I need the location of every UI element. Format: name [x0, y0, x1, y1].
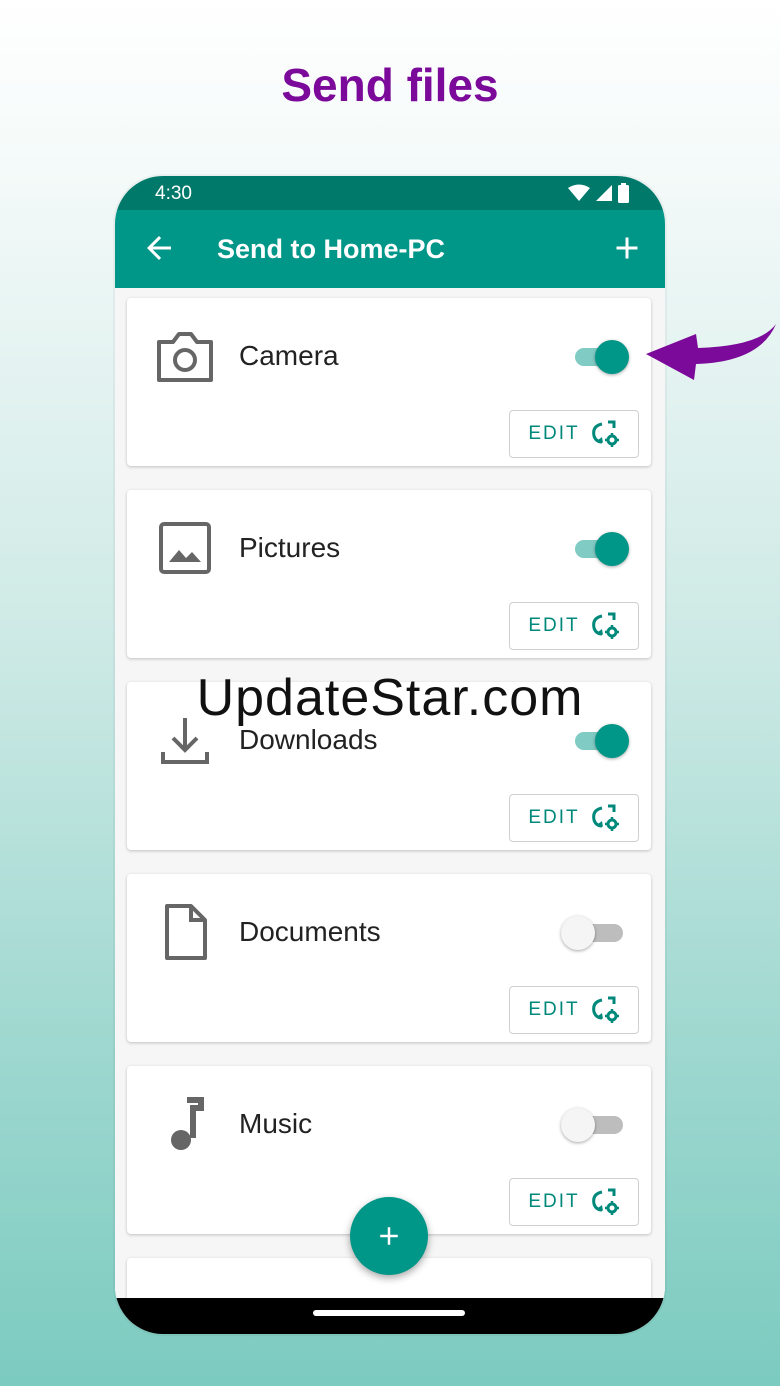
- sync-settings-icon: [591, 804, 619, 831]
- camera-icon: [155, 328, 215, 384]
- edit-button[interactable]: EDIT: [509, 410, 639, 458]
- add-folder-fab[interactable]: [350, 1197, 428, 1275]
- folder-name: Music: [239, 1108, 313, 1139]
- page-title: Send to Home-PC: [217, 234, 446, 264]
- status-bar: 4:30: [115, 176, 665, 210]
- edit-button[interactable]: EDIT: [509, 602, 639, 650]
- edit-label: EDIT: [528, 423, 580, 444]
- status-icons: [568, 183, 629, 203]
- folder-name: Pictures: [239, 532, 341, 563]
- sync-settings-icon: [591, 612, 619, 639]
- cell-signal-icon: [596, 185, 612, 201]
- wifi-icon: [568, 184, 590, 201]
- edit-button[interactable]: EDIT: [509, 986, 639, 1034]
- folder-card-pictures: Pictures EDIT: [127, 490, 651, 658]
- status-time: 4:30: [155, 183, 192, 204]
- edit-button[interactable]: EDIT: [509, 1178, 639, 1226]
- folder-card-camera: Camera EDIT: [127, 298, 651, 466]
- battery-icon: [618, 183, 629, 203]
- folder-list: Camera EDIT Pictures EDIT Downloads EDIT Docum…: [115, 288, 665, 1298]
- sync-settings-icon: [591, 1188, 619, 1215]
- sync-toggle[interactable]: [571, 528, 629, 568]
- folder-card-documents: Documents EDIT: [127, 874, 651, 1042]
- music-note-icon: [155, 1096, 215, 1152]
- pointer-arrow-icon: [646, 324, 776, 380]
- folder-name: Camera: [239, 340, 339, 371]
- back-arrow-icon[interactable]: [141, 230, 177, 266]
- headline: Send files: [281, 59, 499, 111]
- plus-icon: [380, 1227, 398, 1245]
- sync-settings-icon: [591, 420, 619, 447]
- add-icon[interactable]: [609, 230, 645, 266]
- app-bar: Send to Home-PC: [115, 210, 665, 288]
- sync-toggle[interactable]: [571, 336, 629, 376]
- navigation-bar: [115, 1298, 665, 1334]
- home-gesture-handle[interactable]: [313, 1310, 465, 1316]
- phone-screen: 4:30 Send to Home-PC Camera EDIT Pictures E…: [115, 176, 665, 1334]
- folder-name: Downloads: [239, 724, 378, 755]
- folder-name: Documents: [239, 916, 381, 947]
- edit-label: EDIT: [528, 807, 580, 828]
- edit-label: EDIT: [528, 999, 580, 1020]
- sync-toggle[interactable]: [561, 912, 629, 952]
- edit-label: EDIT: [528, 615, 580, 636]
- sync-toggle[interactable]: [561, 1104, 629, 1144]
- watermark: UpdateStar.com: [196, 669, 584, 727]
- edit-button[interactable]: EDIT: [509, 794, 639, 842]
- edit-label: EDIT: [528, 1191, 580, 1212]
- sync-settings-icon: [591, 996, 619, 1023]
- image-icon: [155, 520, 215, 576]
- document-icon: [155, 904, 215, 960]
